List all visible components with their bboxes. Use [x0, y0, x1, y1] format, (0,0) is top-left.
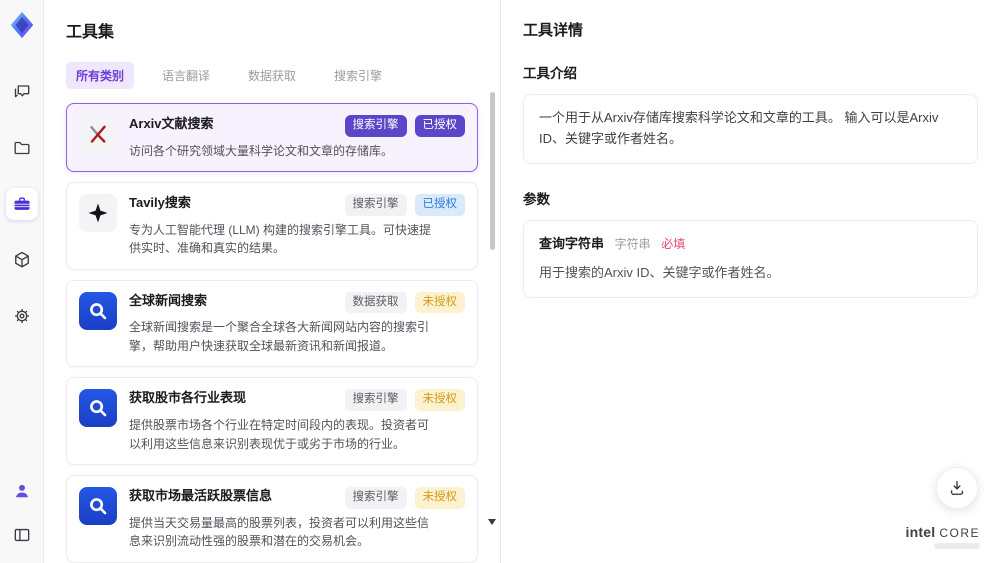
nav-folder-icon[interactable]: [6, 132, 38, 164]
tool-card-list: Arxiv文献搜索 搜索引擎 已授权 访问各个研究领域大量科学论文和文章的存储库…: [66, 103, 478, 563]
auth-badge: 未授权: [414, 389, 465, 411]
core-logo-text: CORE: [939, 526, 980, 540]
tool-title: 获取股市各行业表现: [129, 390, 247, 406]
rail-bottom: [6, 475, 38, 563]
param-desc: 用于搜索的Arxiv ID、关键字或作者姓名。: [539, 265, 780, 281]
param-header: 查询字符串 字符串 必填: [539, 234, 962, 255]
tool-title: 全球新闻搜索: [129, 292, 208, 308]
auth-badge: 未授权: [414, 487, 465, 509]
user-icon[interactable]: [6, 475, 38, 507]
param-box: 查询字符串 字符串 必填 用于搜索的Arxiv ID、关键字或作者姓名。: [523, 219, 978, 299]
intro-heading: 工具介绍: [523, 66, 577, 81]
category-badge: 搜索引擎: [344, 389, 407, 411]
category-badge: 搜索引擎: [344, 194, 407, 216]
tool-card-active-stocks[interactable]: 获取市场最活跃股票信息 搜索引擎 未授权 提供当天交易量最高的股票列表，投资者可…: [66, 475, 478, 563]
app-window: 工具集 所有类别 语言翻译 数据获取 搜索引擎 Arxiv文献搜索 搜索引擎 已…: [0, 0, 1000, 563]
param-required-badge: 必填: [661, 236, 686, 251]
tool-title: Tavily搜索: [129, 195, 191, 211]
tool-desc: 全球新闻搜索是一个聚合全球各大新闻网站内容的搜索引擎，帮助用户快速获取全球最新资…: [129, 320, 430, 353]
detail-title: 工具详情: [523, 22, 584, 39]
tab-data-acquisition[interactable]: 数据获取: [238, 62, 306, 89]
intel-logo-text: intel: [905, 524, 936, 540]
app-logo-gem-icon: [7, 10, 37, 40]
tool-title: Arxiv文献搜索: [129, 116, 214, 131]
tool-title: 获取市场最活跃股票信息: [129, 488, 273, 504]
tab-all-categories[interactable]: 所有类别: [66, 62, 135, 89]
auth-badge: 未授权: [414, 291, 465, 314]
rail-nav: [5, 76, 38, 332]
intro-box: 一个用于从Arxiv存储库搜索科学论文和文章的工具。 输入可以是Arxiv ID…: [523, 94, 978, 164]
category-badge: 数据获取: [344, 291, 407, 314]
download-button[interactable]: [936, 467, 978, 509]
logo-subline: [934, 543, 980, 549]
download-icon: [950, 481, 964, 495]
tool-card-global-news[interactable]: 全球新闻搜索 数据获取 未授权 全球新闻搜索是一个聚合全球各大新闻网站内容的搜索…: [66, 279, 478, 368]
nav-chat-icon[interactable]: [6, 76, 38, 108]
page-title: 工具集: [66, 24, 115, 41]
category-badge: 搜索引擎: [344, 115, 407, 137]
search-blue-icon: [79, 389, 117, 428]
nav-cube-icon[interactable]: [6, 244, 38, 276]
category-tabs: 所有类别 语言翻译 数据获取 搜索引擎: [66, 62, 478, 89]
tool-list-panel: 工具集 所有类别 语言翻译 数据获取 搜索引擎 Arxiv文献搜索 搜索引擎 已…: [44, 0, 501, 563]
category-badge: 搜索引擎: [344, 487, 407, 509]
tool-card-sector-performance[interactable]: 获取股市各行业表现 搜索引擎 未授权 提供股票市场各个行业在特定时间段内的表现。…: [66, 377, 478, 466]
list-scrollbar[interactable]: [490, 92, 495, 250]
tab-search-engine[interactable]: 搜索引擎: [324, 62, 392, 89]
tool-card-arxiv[interactable]: Arxiv文献搜索 搜索引擎 已授权 访问各个研究领域大量科学论文和文章的存储库…: [66, 103, 478, 173]
auth-badge: 已授权: [414, 194, 465, 216]
params-heading: 参数: [523, 191, 550, 207]
panel-toggle-icon[interactable]: [6, 519, 38, 551]
tool-desc: 提供当天交易量最高的股票列表，投资者可以利用这些信息来识别流动性强的股票和潜在的…: [129, 515, 430, 549]
scroll-down-icon: [488, 519, 496, 525]
auth-badge: 已授权: [414, 115, 465, 137]
search-blue-icon: [79, 487, 117, 526]
nav-briefcase-icon[interactable]: [5, 188, 38, 220]
param-type: 字符串: [614, 236, 651, 251]
tool-desc: 专为人工智能代理 (LLM) 构建的搜索引擎工具。可快速提供实时、准确和真实的结…: [129, 222, 432, 256]
tool-desc: 访问各个研究领域大量科学论文和文章的存储库。: [129, 143, 394, 158]
tool-card-tavily[interactable]: Tavily搜索 搜索引擎 已授权 专为人工智能代理 (LLM) 构建的搜索引擎…: [66, 182, 478, 270]
param-name: 查询字符串: [539, 235, 605, 251]
left-rail: [0, 0, 44, 563]
tool-desc: 提供股票市场各个行业在特定时间段内的表现。投资者可以利用这些信息来识别表现优于或…: [129, 417, 430, 451]
arxiv-icon: [79, 115, 117, 153]
tab-language-translation[interactable]: 语言翻译: [152, 62, 220, 89]
search-blue-icon: [79, 291, 117, 330]
intel-core-logo: intel CORE: [906, 524, 980, 549]
nav-gear-icon[interactable]: [6, 300, 38, 332]
tavily-star-icon: [79, 194, 117, 233]
tool-detail-panel: 工具详情 工具介绍 一个用于从Arxiv存储库搜索科学论文和文章的工具。 输入可…: [501, 0, 1000, 563]
